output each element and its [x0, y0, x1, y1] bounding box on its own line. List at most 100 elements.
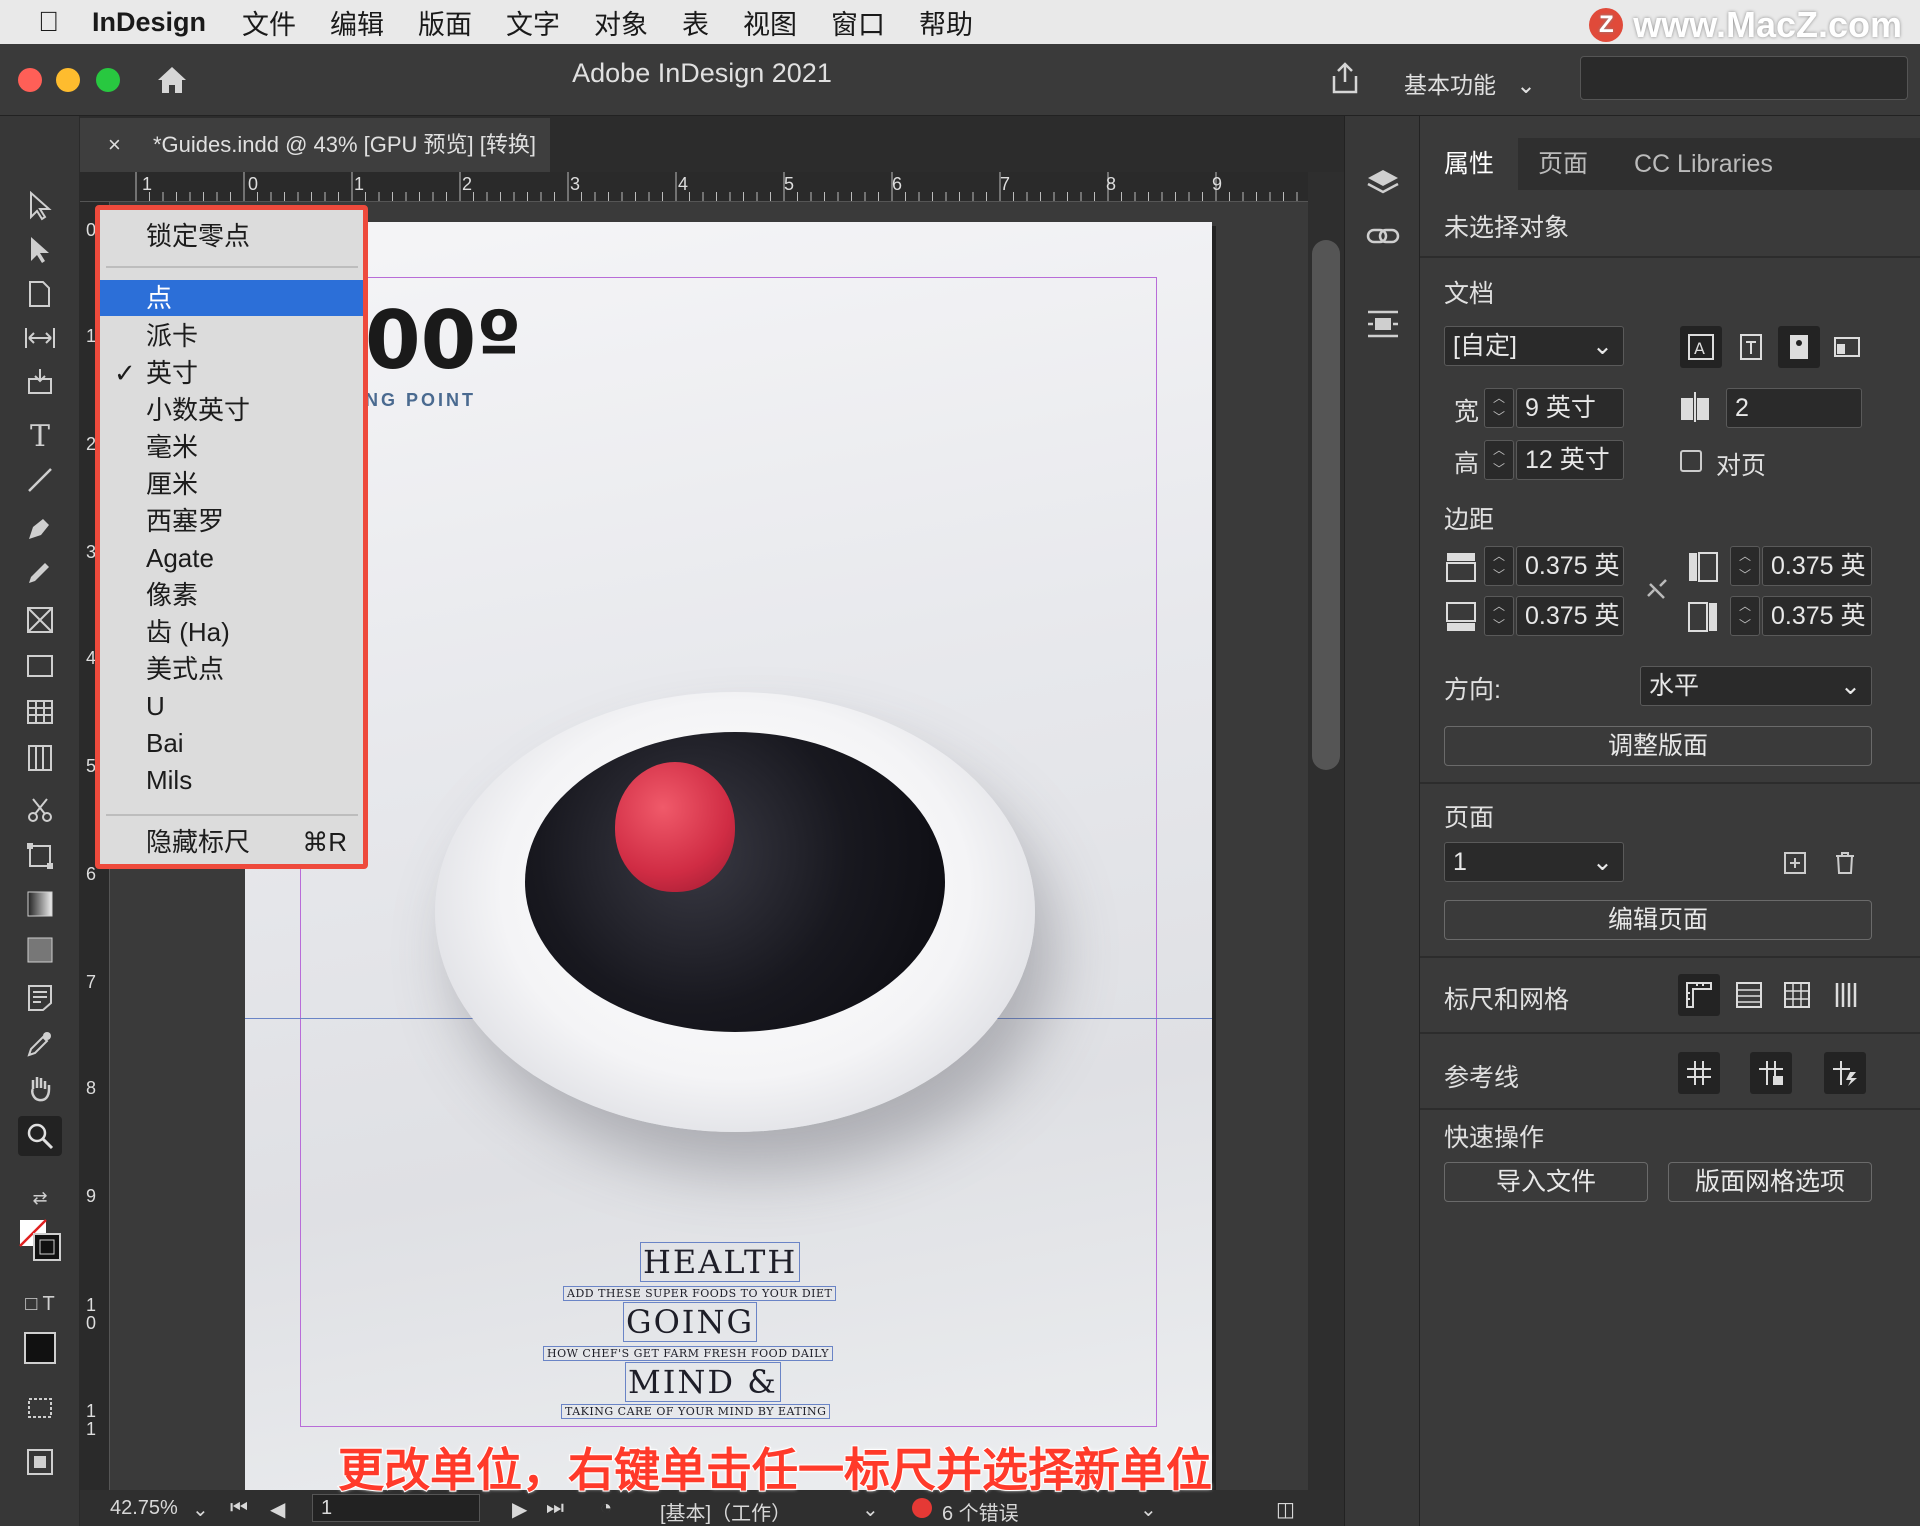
- rectangle-tool-icon[interactable]: [18, 646, 62, 686]
- menu-item-mils[interactable]: Mils: [100, 762, 363, 798]
- menu-type[interactable]: 文字: [506, 3, 560, 42]
- previous-page-icon[interactable]: ◀: [270, 1497, 285, 1522]
- margin-top-stepper[interactable]: ︿ ﹀: [1484, 546, 1514, 586]
- menu-item-points[interactable]: 点: [100, 280, 363, 316]
- page-select[interactable]: 1 ⌄: [1444, 842, 1624, 882]
- height-field[interactable]: 12 英寸: [1516, 440, 1624, 480]
- article-title[interactable]: HEALTH: [640, 1242, 801, 1282]
- delete-page-icon[interactable]: [1824, 842, 1866, 884]
- ruler-toggle-icon[interactable]: [1678, 974, 1720, 1016]
- fill-stroke-swatch-icon[interactable]: [18, 1219, 62, 1261]
- note-tool-icon[interactable]: [18, 978, 62, 1018]
- headline-text[interactable]: 00º: [365, 294, 521, 387]
- margin-right-field[interactable]: 0.375 英: [1762, 596, 1872, 636]
- orientation-select[interactable]: 水平 ⌄: [1640, 666, 1872, 706]
- menu-item-centimeters[interactable]: 厘米: [100, 466, 363, 502]
- article-subtitle[interactable]: ADD THESE SUPER FOODS TO YOUR DIET: [563, 1286, 837, 1301]
- width-stepper[interactable]: ︿ ﹀: [1484, 388, 1514, 428]
- height-stepper[interactable]: ︿ ﹀: [1484, 440, 1514, 480]
- zoom-level[interactable]: 42.75%: [110, 1497, 178, 1520]
- menu-app-name[interactable]: InDesign: [92, 7, 206, 38]
- menu-object[interactable]: 对象: [594, 3, 648, 42]
- workspace-switcher[interactable]: 基本功能 ⌄: [1404, 66, 1536, 100]
- pencil-tool-icon[interactable]: [18, 552, 62, 592]
- links-icon[interactable]: [1363, 218, 1403, 258]
- document-preset-select[interactable]: [自定] ⌄: [1444, 326, 1624, 366]
- tab-pages[interactable]: 页面: [1514, 138, 1612, 190]
- zoom-tool-icon[interactable]: [18, 1116, 62, 1156]
- next-page-icon[interactable]: ▶: [512, 1497, 527, 1522]
- apply-color-icon[interactable]: [18, 1328, 62, 1368]
- direct-selection-tool-icon[interactable]: [18, 230, 62, 270]
- pages-count-field[interactable]: 2: [1726, 388, 1862, 428]
- article-subtitle[interactable]: HOW CHEF'S GET FARM FRESH FOOD DAILY: [543, 1346, 833, 1361]
- apple-icon[interactable]: : [38, 6, 88, 38]
- last-page-icon[interactable]: ⏭: [546, 1497, 564, 1520]
- margin-bottom-stepper[interactable]: ︿ ﹀: [1484, 596, 1514, 636]
- tab-properties[interactable]: 属性: [1420, 138, 1519, 190]
- hand-tool-icon[interactable]: [18, 1068, 62, 1108]
- menu-item-agate[interactable]: Agate: [100, 540, 363, 576]
- intent-web-icon[interactable]: [1730, 326, 1772, 368]
- free-transform-tool-icon[interactable]: [18, 836, 62, 876]
- margin-bottom-field[interactable]: 0.375 英: [1516, 596, 1624, 636]
- menu-item-hide-rulers[interactable]: 隐藏标尺 ⌘R: [100, 824, 363, 860]
- horizontal-ruler[interactable]: 1 0 1 2 3 4 5 6 7 8 9: [80, 172, 1308, 202]
- type-tool-icon[interactable]: T: [18, 416, 62, 456]
- facing-pages-checkbox[interactable]: [1680, 450, 1702, 472]
- selection-tool-icon[interactable]: [18, 186, 62, 226]
- menu-window[interactable]: 窗口: [831, 3, 885, 42]
- grid-frame-tool-icon[interactable]: [18, 738, 62, 778]
- eyedropper-tool-icon[interactable]: [18, 1024, 62, 1064]
- width-field[interactable]: 9 英寸: [1516, 388, 1624, 428]
- rectangle-frame-tool-icon[interactable]: [18, 600, 62, 640]
- menu-item-u[interactable]: U: [100, 688, 363, 724]
- menu-item-ha[interactable]: 齿 (Ha): [100, 614, 363, 650]
- table-tool-icon[interactable]: [18, 692, 62, 732]
- search-input[interactable]: [1580, 56, 1908, 100]
- preflight-errors[interactable]: 6 个错误: [942, 1497, 1019, 1526]
- article-subtitle[interactable]: TAKING CARE OF YOUR MIND BY EATING: [561, 1404, 831, 1419]
- first-page-icon[interactable]: ⏮: [230, 1497, 248, 1520]
- chevron-down-icon[interactable]: ⌄: [1140, 1497, 1157, 1522]
- close-tab-icon[interactable]: ×: [108, 132, 121, 157]
- smart-guides-icon[interactable]: [1824, 1052, 1866, 1094]
- menu-help[interactable]: 帮助: [919, 3, 973, 42]
- document-tab[interactable]: × *Guides.indd @ 43% [GPU 预览] [转换]: [80, 118, 550, 172]
- page-tool-icon[interactable]: [18, 274, 62, 314]
- margin-left-field[interactable]: 0.375 英: [1762, 546, 1872, 586]
- split-view-icon[interactable]: ◫: [1276, 1497, 1295, 1522]
- menu-view[interactable]: 视图: [743, 3, 797, 42]
- text-wrap-icon[interactable]: [1363, 306, 1403, 346]
- menu-item-ciceros[interactable]: 西塞罗: [100, 503, 363, 539]
- pen-tool-icon[interactable]: [18, 508, 62, 548]
- menu-edit[interactable]: 编辑: [330, 3, 384, 42]
- menu-item-inches-decimal[interactable]: 小数英寸: [100, 392, 363, 428]
- menu-item-bai[interactable]: Bai: [100, 725, 363, 761]
- menu-layout[interactable]: 版面: [418, 3, 472, 42]
- scissors-tool-icon[interactable]: [18, 790, 62, 830]
- article-title[interactable]: MIND &: [625, 1362, 781, 1402]
- import-file-button[interactable]: 导入文件: [1444, 1162, 1648, 1202]
- menu-item-picas[interactable]: 派卡: [100, 318, 363, 354]
- menu-item-american-points[interactable]: 美式点: [100, 651, 363, 687]
- layers-icon[interactable]: [1363, 166, 1403, 206]
- open-document-icon[interactable]: ◔: [600, 1497, 612, 1520]
- chevron-down-icon[interactable]: ⌄: [862, 1497, 879, 1522]
- bowl-image[interactable]: [435, 692, 1035, 1132]
- margin-right-stepper[interactable]: ︿ ﹀: [1730, 596, 1760, 636]
- landscape-orientation-icon[interactable]: [1826, 326, 1868, 368]
- formatting-affects-icon[interactable]: □ T: [18, 1284, 62, 1324]
- menu-item-pixels[interactable]: 像素: [100, 577, 363, 613]
- scrollbar-thumb[interactable]: [1312, 240, 1340, 770]
- menu-file[interactable]: 文件: [242, 3, 296, 42]
- layout-grid-options-button[interactable]: 版面网格选项: [1668, 1162, 1872, 1202]
- menu-table[interactable]: 表: [682, 3, 709, 42]
- line-tool-icon[interactable]: [18, 460, 62, 500]
- adjust-layout-button[interactable]: 调整版面: [1444, 726, 1872, 766]
- menu-item-millimeters[interactable]: 毫米: [100, 429, 363, 465]
- share-icon[interactable]: [1326, 60, 1364, 103]
- screen-mode-icon[interactable]: [18, 1388, 62, 1428]
- subheadline-text[interactable]: NG POINT: [365, 390, 476, 411]
- preflight-profile[interactable]: [基本]（工作）: [660, 1497, 791, 1526]
